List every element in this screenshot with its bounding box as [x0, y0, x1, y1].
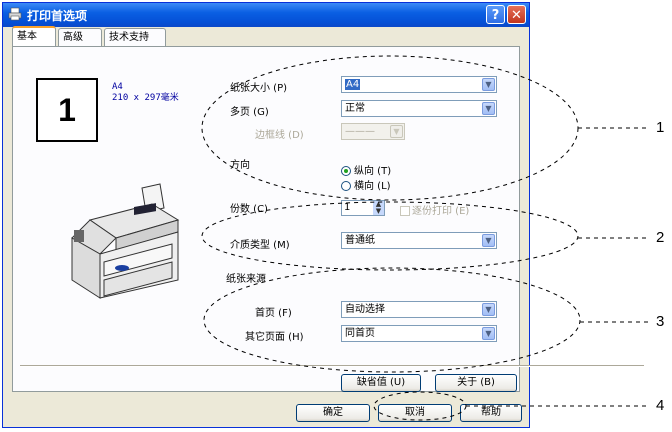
- paper-preview: 1: [36, 78, 98, 142]
- tab-basic[interactable]: 基本: [12, 26, 56, 47]
- multi-page-value: 正常: [345, 103, 365, 114]
- divider: [20, 365, 644, 367]
- other-pages-select[interactable]: 同首页 ▼: [341, 325, 497, 342]
- border-value: ———: [345, 126, 375, 137]
- chevron-down-icon: ▼: [390, 125, 403, 138]
- other-pages-value: 同首页: [345, 328, 375, 339]
- other-pages-label: 其它页面 (H): [245, 332, 304, 343]
- landscape-label: 横向 (L): [354, 181, 391, 192]
- first-page-select[interactable]: 自动选择 ▼: [341, 301, 497, 318]
- page-count-preview: 1: [58, 92, 76, 128]
- spinner-arrows-icon[interactable]: ▲ ▼: [373, 201, 384, 215]
- tab-support[interactable]: 技术支持: [104, 28, 166, 46]
- paper-size-select[interactable]: A4 ▼: [341, 76, 497, 93]
- title-bar: 打印首选项 ? ✕: [3, 3, 529, 27]
- help-button[interactable]: 帮助: [460, 404, 522, 422]
- copies-value: 1: [344, 202, 351, 213]
- printer-icon: [8, 7, 22, 21]
- help-title-button[interactable]: ?: [486, 5, 505, 24]
- first-page-label: 首页 (F): [255, 308, 292, 319]
- window-title: 打印首选项: [27, 9, 88, 23]
- portrait-label: 纵向 (T): [354, 166, 392, 177]
- chevron-down-icon: ▼: [482, 78, 495, 91]
- media-type-value: 普通纸: [345, 235, 375, 246]
- radio-icon: [341, 181, 351, 191]
- cancel-button[interactable]: 取消: [378, 404, 452, 422]
- close-button[interactable]: ✕: [507, 5, 526, 24]
- ok-button[interactable]: 确定: [296, 404, 370, 422]
- paper-dims: 210 x 297毫米: [112, 93, 179, 103]
- chevron-down-icon: ▼: [482, 102, 495, 115]
- chevron-down-icon: ▼: [482, 303, 495, 316]
- border-select[interactable]: ——— ▼: [341, 123, 405, 140]
- landscape-radio[interactable]: 横向 (L): [341, 177, 391, 192]
- collate-label: 逐份打印 (E): [412, 206, 470, 217]
- collate-checkbox[interactable]: 逐份打印 (E): [400, 202, 469, 217]
- media-type-label: 介质类型 (M): [230, 240, 290, 251]
- media-type-select[interactable]: 普通纸 ▼: [341, 232, 497, 249]
- paper-size-label: 纸张大小 (P): [230, 83, 288, 94]
- callout-label-4: 4: [656, 397, 665, 414]
- paper-info: A4 210 x 297毫米: [112, 82, 179, 104]
- about-button[interactable]: 关于 (B): [435, 374, 517, 392]
- copies-label: 份数 (C): [230, 204, 268, 215]
- paper-size-value: A4: [345, 79, 361, 90]
- tab-advanced[interactable]: 高级: [58, 28, 102, 46]
- printer-illustration: [71, 183, 180, 299]
- orientation-label: 方向: [230, 160, 250, 171]
- multi-page-select[interactable]: 正常 ▼: [341, 100, 497, 117]
- paper-name: A4: [112, 82, 123, 92]
- radio-selected-icon: [341, 166, 351, 176]
- callout-label-2: 2: [656, 229, 665, 246]
- multi-page-label: 多页 (G): [230, 107, 269, 118]
- first-page-value: 自动选择: [345, 304, 385, 315]
- copies-spinner[interactable]: 1 ▲ ▼: [341, 200, 385, 216]
- default-button[interactable]: 缺省值 (U): [341, 374, 421, 392]
- chevron-down-icon: ▼: [482, 327, 495, 340]
- chevron-down-icon: ▼: [482, 234, 495, 247]
- portrait-radio[interactable]: 纵向 (T): [341, 162, 391, 177]
- paper-source-title: 纸张来源: [226, 274, 266, 285]
- border-label: 边框线 (D): [255, 130, 304, 141]
- callout-label-3: 3: [656, 313, 665, 330]
- checkbox-icon: [400, 206, 410, 216]
- callout-label-1: 1: [656, 119, 665, 136]
